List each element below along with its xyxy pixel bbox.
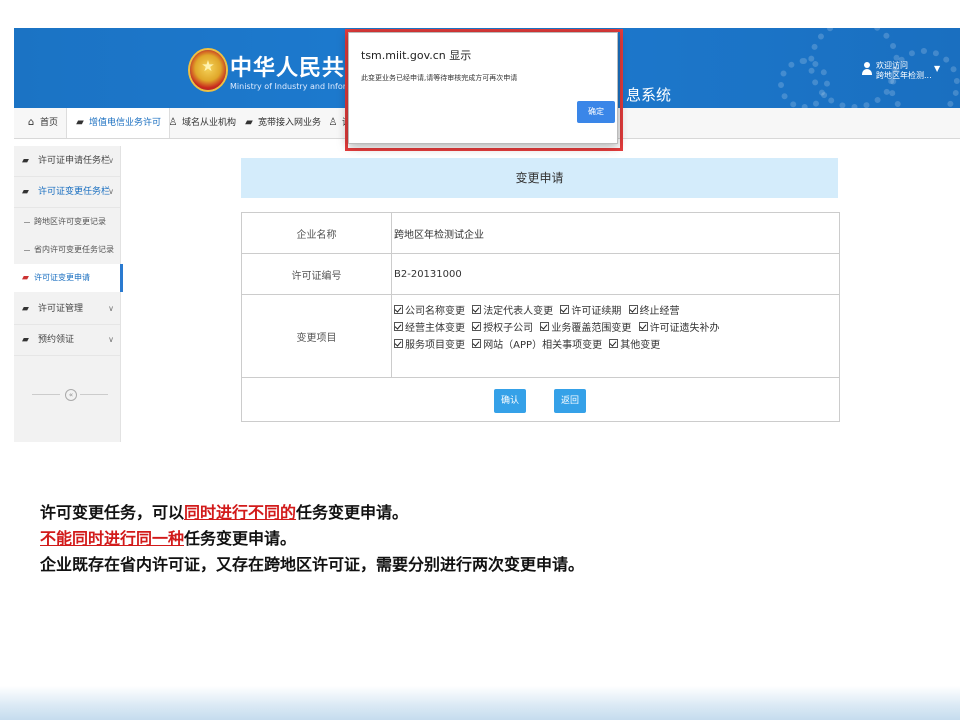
sidebar-item-manage[interactable]: ▰ 许可证管理 ∨ bbox=[14, 294, 120, 325]
footer-band bbox=[0, 686, 960, 720]
option-subsidiary[interactable]: 授权子公司 bbox=[472, 320, 533, 337]
checkbox[interactable] bbox=[394, 305, 403, 314]
option-website-app[interactable]: 网站（APP）相关事项变更 bbox=[472, 337, 602, 354]
checkbox[interactable] bbox=[472, 339, 482, 348]
cup-icon: ▰ bbox=[22, 187, 29, 197]
option-legal-rep[interactable]: 法定代表人变更 bbox=[472, 303, 553, 320]
items-label: 变更项目 bbox=[242, 295, 392, 377]
notes: 许可变更任务，可以同时进行不同的任务变更申请。 不能同时进行同一种任务变更申请。… bbox=[40, 500, 920, 578]
checkbox[interactable] bbox=[472, 305, 482, 314]
confirm-button[interactable]: 确认 bbox=[494, 389, 526, 413]
chevron-down-icon: ∨ bbox=[108, 156, 114, 165]
cup-icon: ▰ bbox=[22, 273, 29, 283]
checkbox[interactable] bbox=[628, 305, 638, 314]
items-row: 变更项目 公司名称变更 法定代表人变更 许可证续期 终止经营 经营主体变更 授权… bbox=[242, 295, 839, 378]
nav-home[interactable]: ⌂ 首页 bbox=[26, 108, 58, 138]
app-screenshot: 中华人民共和国 Ministry of Industry and Informa… bbox=[14, 28, 960, 442]
option-renewal[interactable]: 许可证续期 bbox=[560, 303, 621, 320]
caret-down-icon[interactable]: ▼ bbox=[934, 64, 940, 73]
cup-icon: ▰ bbox=[76, 117, 84, 128]
cup-icon: ▰ bbox=[22, 335, 29, 345]
checkbox[interactable] bbox=[394, 322, 403, 331]
note-line-1: 许可变更任务，可以同时进行不同的任务变更申请。 bbox=[40, 503, 409, 522]
sidebar-item-appointment[interactable]: ▰ 预约领证 ∨ bbox=[14, 325, 120, 356]
system-title: 息系统 bbox=[626, 86, 672, 104]
sidebar-item-apply[interactable]: ▰ 许可证申请任务栏 ∨ bbox=[14, 146, 120, 177]
license-label: 许可证编号 bbox=[242, 254, 392, 294]
user-icon bbox=[862, 62, 872, 76]
change-options: 公司名称变更 法定代表人变更 许可证续期 终止经营 经营主体变更 授权子公司 业… bbox=[394, 303, 834, 354]
sidebar-item-change[interactable]: ▰ 许可证变更任务栏 ∨ bbox=[14, 177, 120, 208]
national-emblem-icon bbox=[190, 50, 226, 90]
collapse-left-icon[interactable]: « bbox=[65, 389, 77, 401]
note-highlight: 不能同时进行同一种 bbox=[40, 529, 185, 548]
option-lost[interactable]: 许可证遗失补办 bbox=[638, 320, 720, 337]
nav-domain-agency[interactable]: ♙ 域名从业机构 bbox=[168, 108, 237, 138]
alert-host: tsm.miit.gov.cn 显示 bbox=[361, 49, 472, 62]
sidebar-collapse[interactable]: « bbox=[32, 389, 112, 401]
checkbox[interactable] bbox=[540, 322, 550, 331]
user-name: 跨地区年检测... bbox=[876, 71, 932, 80]
chevron-down-icon: ∨ bbox=[108, 187, 114, 196]
option-entity[interactable]: 经营主体变更 bbox=[394, 320, 465, 337]
sidebar-sub-cross-region[interactable]: 跨地区许可变更记录 bbox=[14, 208, 120, 236]
option-coverage[interactable]: 业务覆盖范围变更 bbox=[540, 320, 631, 337]
alert-ok-button[interactable]: 确定 bbox=[577, 101, 615, 123]
sidebar-sub-change-apply[interactable]: ▰ 许可证变更申请 bbox=[14, 264, 123, 292]
gear-decoration bbox=[778, 58, 830, 108]
cup-icon: ▰ bbox=[245, 117, 253, 128]
home-icon: ⌂ bbox=[27, 117, 35, 128]
alert-message: 此变更业务已经申请,请等待审核完成方可再次申请 bbox=[361, 74, 518, 82]
option-terminate[interactable]: 终止经营 bbox=[628, 303, 680, 320]
note-line-2: 不能同时进行同一种任务变更申请。 bbox=[40, 529, 297, 548]
company-row: 企业名称 跨地区年检测试企业 bbox=[242, 213, 839, 254]
back-button[interactable]: 返回 bbox=[554, 389, 586, 413]
note-line-3: 企业既存在省内许可证，又存在跨地区许可证，需要分别进行两次变更申请。 bbox=[40, 555, 585, 574]
license-value: B2-20131000 bbox=[394, 268, 462, 280]
sidebar-sub-in-province[interactable]: 省内许可变更任务记录 bbox=[14, 236, 120, 264]
person-icon: ♙ bbox=[168, 117, 178, 128]
nav-broadband[interactable]: ▰ 宽带接入网业务 bbox=[244, 108, 321, 138]
license-row: 许可证编号 B2-20131000 bbox=[242, 254, 839, 295]
chevron-down-icon: ∨ bbox=[108, 304, 114, 313]
company-value: 跨地区年检测试企业 bbox=[394, 229, 484, 241]
person-icon: ♙ bbox=[328, 117, 338, 128]
chevron-down-icon: ∨ bbox=[108, 335, 114, 344]
checkbox[interactable] bbox=[609, 339, 619, 348]
checkbox[interactable] bbox=[472, 322, 482, 331]
change-form: 企业名称 跨地区年检测试企业 许可证编号 B2-20131000 变更项目 公司… bbox=[241, 212, 840, 422]
option-company-name[interactable]: 公司名称变更 bbox=[394, 303, 465, 320]
checkbox[interactable] bbox=[394, 339, 403, 348]
sidebar: ▰ 许可证申请任务栏 ∨ ▰ 许可证变更任务栏 ∨ 跨地区许可变更记录 省内许可… bbox=[14, 146, 123, 442]
cup-icon: ▰ bbox=[22, 156, 29, 166]
alert-dialog: tsm.miit.gov.cn 显示 此变更业务已经申请,请等待审核完成方可再次… bbox=[348, 32, 618, 144]
checkbox[interactable] bbox=[560, 305, 570, 314]
checkbox[interactable] bbox=[638, 322, 648, 331]
nav-telecom-license[interactable]: ▰ 增值电信业务许可 bbox=[66, 108, 171, 138]
option-service[interactable]: 服务项目变更 bbox=[394, 337, 465, 354]
option-other[interactable]: 其他变更 bbox=[609, 337, 660, 354]
user-menu[interactable]: 欢迎访问 跨地区年检测... ▼ bbox=[862, 60, 952, 88]
cup-icon: ▰ bbox=[22, 304, 29, 314]
company-label: 企业名称 bbox=[242, 213, 392, 253]
note-highlight: 同时进行不同的 bbox=[184, 503, 297, 522]
form-title: 变更申请 bbox=[241, 158, 838, 198]
